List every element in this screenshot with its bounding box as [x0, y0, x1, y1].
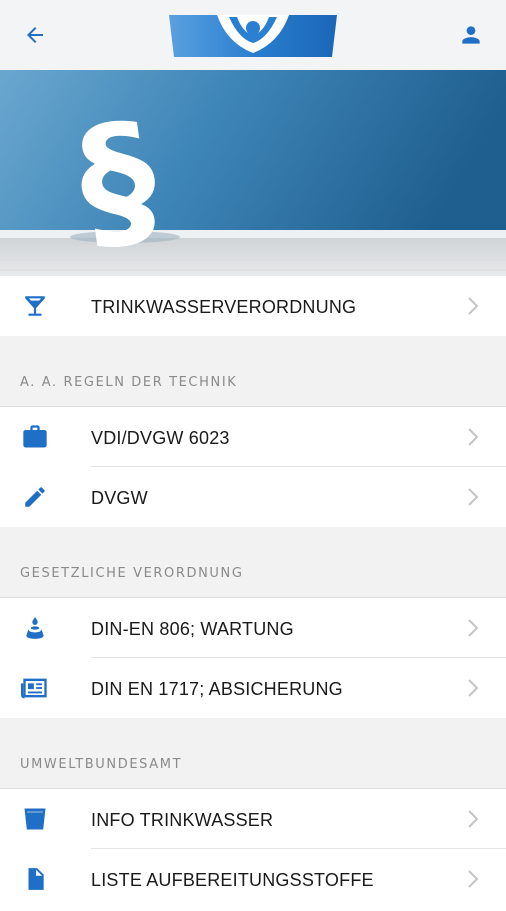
chevron-right-icon — [468, 488, 479, 506]
water-drop-icon — [20, 613, 50, 643]
pencil-icon — [20, 482, 50, 512]
list-item-dvgw[interactable]: DVGW — [0, 467, 506, 527]
person-icon — [462, 26, 480, 44]
menu-list: TRINKWASSERVERORDNUNG A. A. REGELN DER T… — [0, 276, 506, 909]
section-title: UMWELTBUNDESAMT — [20, 757, 183, 772]
section-title: A. A. REGELN DER TECHNIK — [20, 375, 238, 390]
arrow-left-icon — [27, 27, 43, 43]
section-header: GESETZLICHE VERORDNUNG — [0, 527, 506, 598]
list-item-label: DIN-EN 806; WARTUNG — [91, 619, 294, 639]
top-app-bar — [0, 0, 506, 71]
section-header: UMWELTBUNDESAMT — [0, 718, 506, 789]
document-icon — [20, 864, 50, 894]
list-item-din-en-1717[interactable]: DIN EN 1717; ABSICHERUNG — [0, 658, 506, 718]
briefcase-icon — [20, 422, 50, 452]
list-item-label: VDI/DVGW 6023 — [91, 428, 230, 448]
chevron-right-icon — [468, 619, 479, 637]
list-item-label: INFO TRINKWASSER — [91, 810, 274, 830]
chevron-right-icon — [468, 428, 479, 446]
list-item-label: TRINKWASSERVERORDNUNG — [91, 297, 357, 317]
list-item-din-en-806[interactable]: DIN-EN 806; WARTUNG — [0, 598, 506, 658]
list-item-liste-aufbereitungsstoffe[interactable]: LISTE AUFBEREITUNGSSTOFFE — [0, 849, 506, 909]
account-button[interactable] — [454, 18, 488, 52]
cocktail-glass-icon — [20, 291, 50, 321]
chevron-right-icon — [468, 297, 479, 315]
list-item-label: DIN EN 1717; ABSICHERUNG — [91, 679, 343, 699]
newspaper-icon — [20, 673, 50, 703]
section-title: GESETZLICHE VERORDNUNG — [20, 566, 244, 581]
list-item-info-trinkwasser[interactable]: INFO TRINKWASSER — [0, 789, 506, 849]
list-item-label: DVGW — [91, 488, 148, 508]
chevron-right-icon — [468, 810, 479, 828]
list-item-vdi-dvgw-6023[interactable]: VDI/DVGW 6023 — [0, 407, 506, 467]
back-button[interactable] — [18, 18, 52, 52]
list-item-trinkwasserverordnung[interactable]: TRINKWASSERVERORDNUNG — [0, 276, 506, 336]
cup-icon — [20, 804, 50, 834]
brand-logo — [169, 13, 337, 57]
chevron-right-icon — [468, 679, 479, 697]
chevron-right-icon — [468, 870, 479, 888]
list-item-label: LISTE AUFBEREITUNGSSTOFFE — [91, 870, 374, 890]
hero-image: § — [0, 70, 506, 276]
section-header: A. A. REGELN DER TECHNIK — [0, 336, 506, 407]
